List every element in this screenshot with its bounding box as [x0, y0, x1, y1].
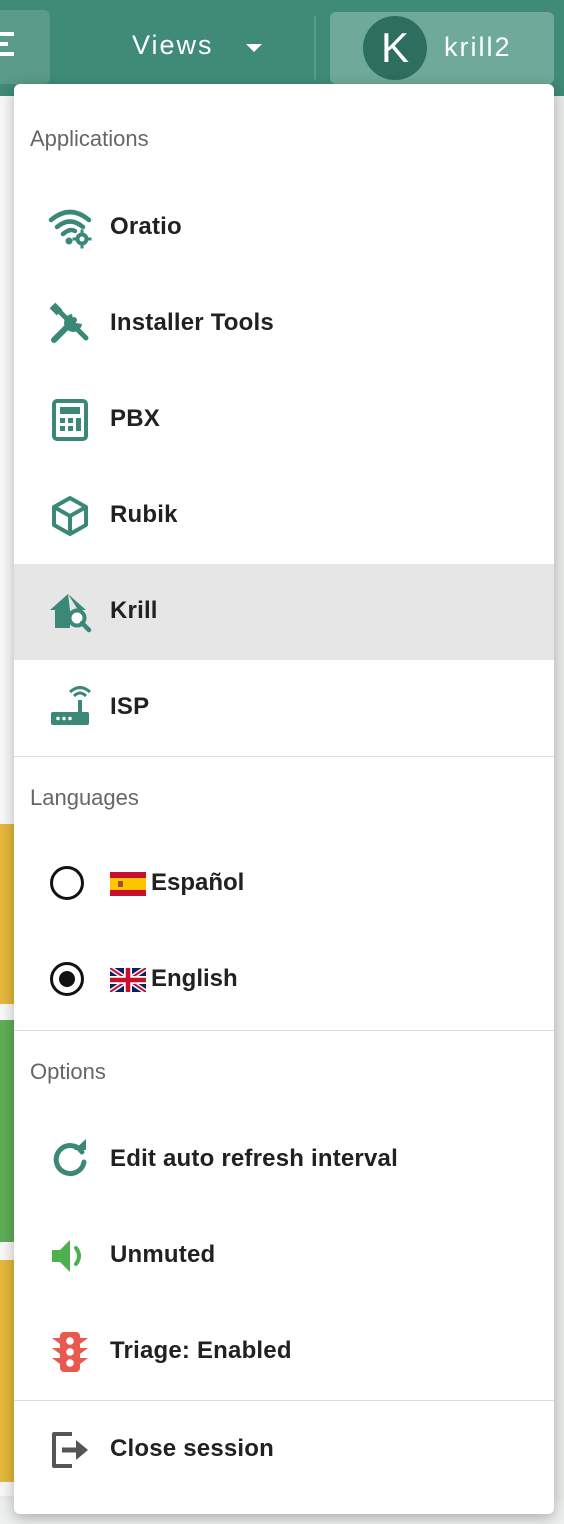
language-label: English	[151, 965, 238, 992]
menu-item-label: Installer Tools	[110, 309, 274, 336]
router-icon	[51, 686, 92, 725]
hamburger-menu-button[interactable]	[0, 10, 50, 84]
menu-item-pbx[interactable]: PBX	[14, 372, 554, 468]
menu-item-label: Edit auto refresh interval	[110, 1145, 398, 1172]
chevron-down-icon[interactable]	[246, 44, 262, 52]
user-menu-button[interactable]: K krill2	[330, 12, 554, 84]
wifi-gear-icon	[48, 209, 92, 249]
menu-divider	[14, 1030, 554, 1031]
user-dropdown-menu: Applications Oratio Installer Tools PBX …	[14, 84, 554, 1514]
menu-item-label: Triage: Enabled	[110, 1337, 292, 1364]
uk-flag-icon	[110, 968, 146, 992]
menu-item-label: Rubik	[110, 501, 178, 528]
menu-item-edit-auto-refresh[interactable]: Edit auto refresh interval	[14, 1112, 554, 1208]
languages-section-title: Languages	[30, 785, 139, 810]
options-section-title: Options	[30, 1059, 106, 1084]
language-option-english[interactable]: English	[14, 934, 554, 1030]
radio-checked-icon[interactable]	[50, 962, 84, 996]
topbar-divider	[314, 16, 316, 80]
menu-item-label: Oratio	[110, 213, 182, 240]
menu-item-label: Krill	[110, 597, 158, 624]
cube-icon	[52, 496, 88, 536]
spain-flag-icon	[110, 872, 146, 896]
menu-item-rubik[interactable]: Rubik	[14, 468, 554, 564]
menu-divider	[14, 756, 554, 757]
username: krill2	[444, 32, 512, 62]
menu-icon	[0, 32, 14, 60]
menu-item-unmuted[interactable]: Unmuted	[14, 1208, 554, 1304]
volume-icon	[52, 1240, 81, 1272]
menu-item-close-session[interactable]: Close session	[14, 1402, 554, 1498]
refresh-icon	[53, 1139, 87, 1177]
language-option-espanol[interactable]: Español	[14, 838, 554, 934]
traffic-light-icon	[52, 1332, 88, 1372]
language-label: Español	[151, 869, 245, 896]
menu-item-krill[interactable]: Krill	[14, 564, 554, 660]
logout-icon	[52, 1432, 88, 1468]
menu-item-label: Unmuted	[110, 1241, 216, 1268]
avatar: K	[363, 16, 427, 80]
tools-icon	[49, 302, 89, 343]
menu-item-label: ISP	[110, 693, 150, 720]
menu-item-installer-tools[interactable]: Installer Tools	[14, 276, 554, 372]
top-bar: Views K krill2	[0, 0, 564, 96]
menu-item-label: Close session	[110, 1435, 275, 1462]
calculator-icon	[52, 399, 88, 441]
house-search-icon	[50, 594, 92, 633]
views-dropdown-label[interactable]: Views	[132, 30, 214, 61]
menu-item-isp[interactable]: ISP	[14, 660, 554, 756]
menu-item-label: PBX	[110, 405, 160, 432]
applications-section-title: Applications	[30, 126, 149, 151]
menu-divider	[14, 1400, 554, 1401]
radio-unchecked-icon[interactable]	[50, 866, 84, 900]
menu-item-oratio[interactable]: Oratio	[14, 180, 554, 276]
menu-item-triage[interactable]: Triage: Enabled	[14, 1304, 554, 1400]
